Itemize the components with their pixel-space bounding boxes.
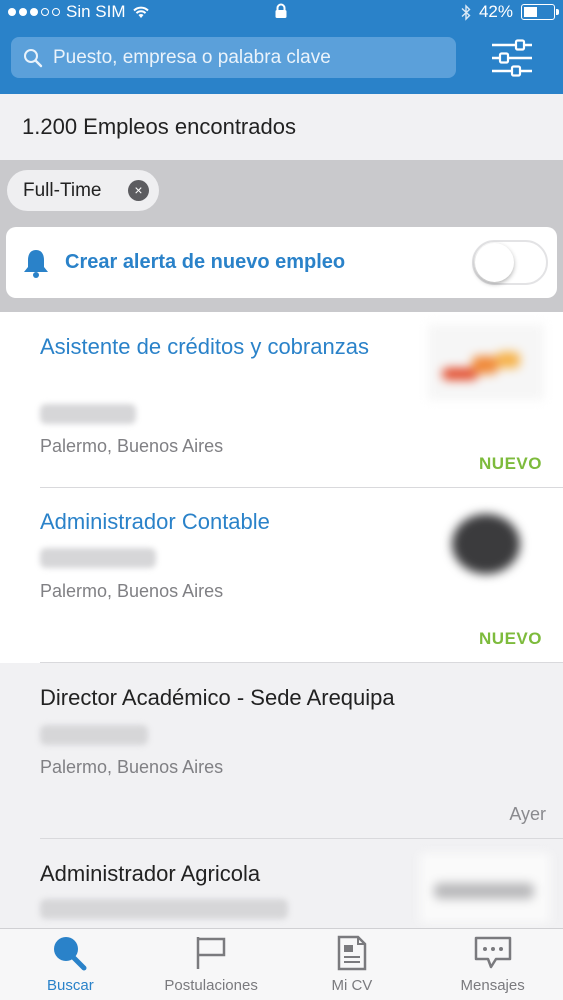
sliders-icon [492,39,532,77]
toggle-knob [475,243,514,282]
filter-settings-button[interactable] [490,38,534,78]
document-icon [337,935,367,971]
company-name-blurred [40,899,288,919]
job-title[interactable]: Asistente de créditos y cobranzas [40,332,420,362]
search-icon [24,48,43,67]
job-location: Palermo, Buenos Aires [40,436,224,456]
tab-label: Buscar [47,977,94,994]
job-title[interactable]: Administrador Contable [40,507,420,537]
battery-icon [521,4,559,20]
new-badge: NUEVO [479,454,542,473]
job-list-item[interactable]: Director Académico - Sede Arequipa Paler… [0,663,563,839]
job-location: Palermo, Buenos Aires [40,581,224,601]
company-name-blurred [40,725,148,745]
lock-icon [274,3,288,24]
search-icon [54,937,87,971]
search-input[interactable]: Puesto, empresa o palabra clave [11,37,456,78]
tab-buscar[interactable]: Buscar [0,929,141,1000]
close-icon[interactable]: × [128,180,149,201]
status-bar: Sin SIM 42% [0,0,563,26]
new-badge: NUEVO [479,629,542,648]
filter-chip-full-time[interactable]: Full-Time × [7,170,159,211]
company-logo [420,853,550,923]
carrier-label: Sin SIM [66,2,126,21]
app-header: Sin SIM 42% Puesto, empresa o palabra cl… [0,0,563,94]
carrier-group: Sin SIM [8,2,150,22]
search-placeholder: Puesto, empresa o palabra clave [53,46,331,68]
tab-label: Mensajes [460,977,525,994]
job-alert-toggle[interactable] [472,240,548,285]
posted-date: Ayer [509,804,546,824]
filter-chip-label: Full-Time [23,179,102,201]
job-title[interactable]: Administrador Agricola [40,859,420,889]
job-list-item[interactable]: Administrador Agricola [0,839,563,928]
job-title[interactable]: Director Académico - Sede Arequipa [40,683,420,713]
tab-postulaciones[interactable]: Postulaciones [141,929,282,1000]
bell-icon [24,249,48,278]
company-logo [452,514,520,574]
chat-bubble-icon [474,936,511,969]
battery-group: 42% [461,2,559,22]
job-list-item[interactable]: Asistente de créditos y cobranzas Palerm… [0,312,563,488]
filters-panel: Full-Time × Crear alerta de nuevo empleo [0,160,563,312]
company-name-blurred [40,404,136,424]
tab-label: Postulaciones [164,977,258,994]
job-alert-card[interactable]: Crear alerta de nuevo empleo [6,227,557,298]
results-count: 1.200 Empleos encontrados [0,94,563,160]
bottom-tab-bar: Buscar Postulaciones Mi CV Mensajes [0,928,563,1000]
wifi-icon [132,6,149,18]
tab-mensajes[interactable]: Mensajes [422,929,563,1000]
flag-icon [196,937,226,969]
tab-label: Mi CV [331,977,373,994]
job-list-item[interactable]: Administrador Contable Palermo, Buenos A… [0,488,563,663]
bluetooth-icon [461,3,471,21]
signal-dots-icon [8,8,60,16]
battery-percent: 42% [478,2,513,21]
job-location: Palermo, Buenos Aires [40,757,224,777]
company-logo [428,324,544,400]
tab-mi-cv[interactable]: Mi CV [282,929,423,1000]
job-alert-label: Crear alerta de nuevo empleo [65,251,346,273]
company-name-blurred [40,548,156,568]
